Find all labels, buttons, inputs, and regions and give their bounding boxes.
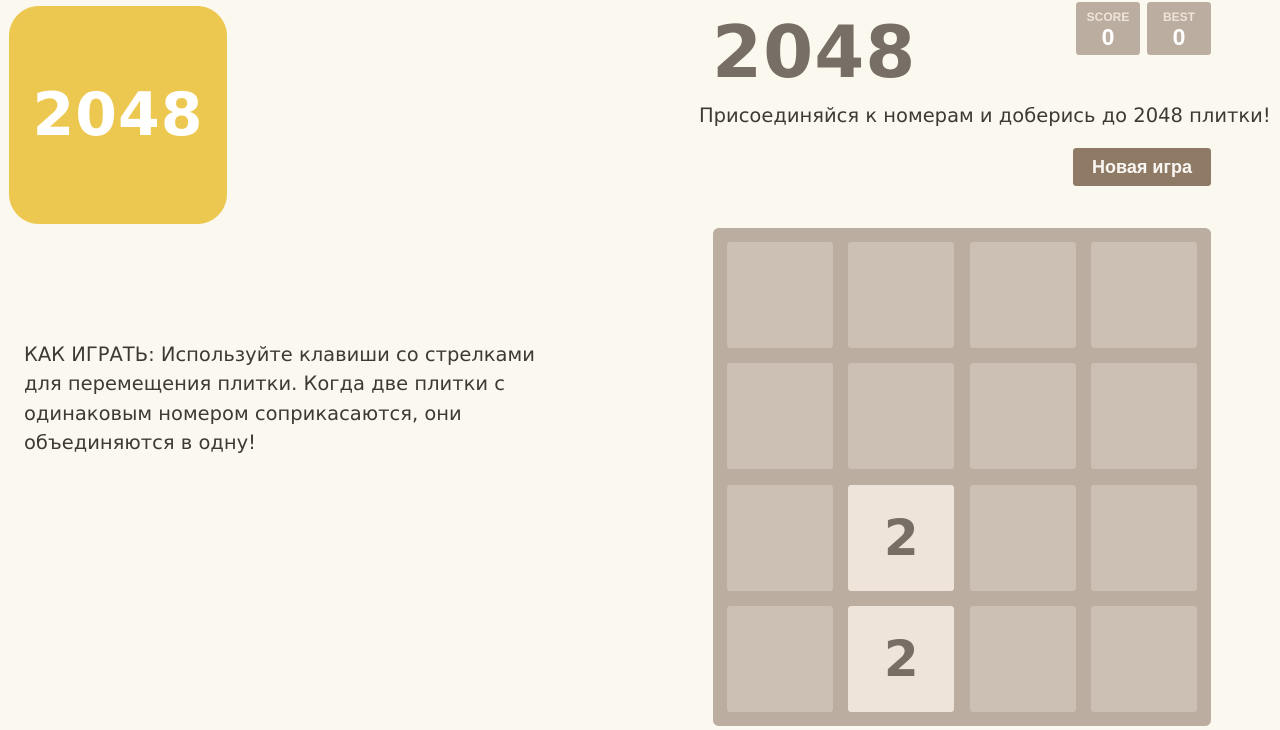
new-game-button[interactable]: Новая игра — [1073, 148, 1211, 186]
score-box: SCORE 0 — [1076, 2, 1140, 55]
score-label: SCORE — [1086, 10, 1130, 24]
grid-cell — [727, 605, 833, 712]
logo-tile: 2048 — [9, 6, 227, 224]
grid-cell — [1090, 484, 1197, 591]
grid-cell — [969, 363, 1076, 470]
best-value: 0 — [1172, 24, 1186, 50]
tile-2: 2 — [848, 484, 955, 591]
grid-cell — [969, 484, 1076, 591]
grid-cell — [969, 605, 1076, 712]
grid-cell — [727, 484, 833, 591]
game-intro: Присоединяйся к номерам и доберись до 20… — [699, 104, 1271, 127]
tile-2: 2 — [848, 605, 955, 712]
best-label: BEST — [1162, 10, 1195, 24]
how-to-play-text: КАК ИГРАТЬ: Используйте клавиши со стрел… — [24, 343, 535, 454]
grid-cell — [1090, 363, 1197, 470]
game-title: 2048 — [712, 10, 917, 94]
score-value: 0 — [1101, 24, 1115, 50]
grid-cell — [848, 363, 955, 470]
grid-cell — [969, 242, 1076, 348]
game-board[interactable]: 22 — [713, 228, 1211, 726]
grid-cell — [848, 242, 955, 348]
grid-cell — [1090, 605, 1197, 712]
best-score-box: BEST 0 — [1147, 2, 1211, 55]
grid-cell — [727, 363, 833, 470]
grid-cell — [727, 242, 833, 348]
grid-cell — [1090, 242, 1197, 348]
